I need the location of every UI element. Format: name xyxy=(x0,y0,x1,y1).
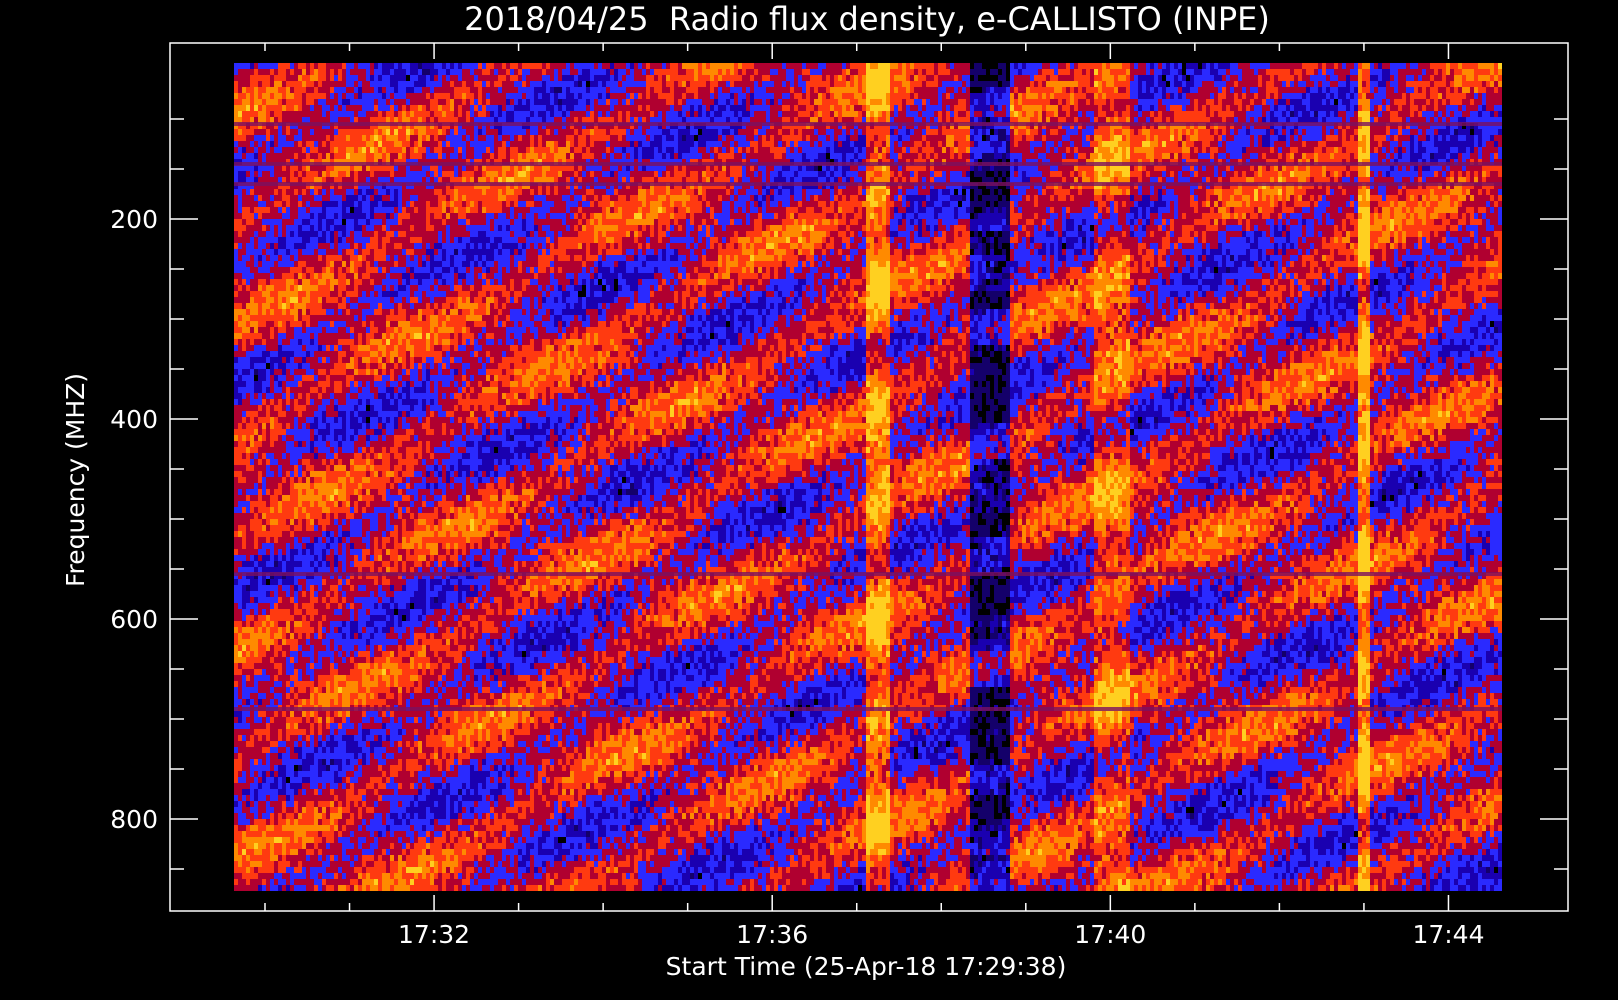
y-tick-label: 800 xyxy=(110,805,158,834)
x-tick-label: 17:32 xyxy=(398,920,470,949)
interference-line xyxy=(234,707,1502,711)
x-tick-label: 17:36 xyxy=(736,920,808,949)
interference-line xyxy=(234,572,1502,576)
x-axis-label: Start Time (25-Apr-18 17:29:38) xyxy=(666,952,1067,981)
chart-title: 2018/04/25 Radio flux density, e-CALLIST… xyxy=(464,0,1270,38)
spectrogram-figure: 2018/04/25 Radio flux density, e-CALLIST… xyxy=(0,0,1618,1000)
y-axis-label: Frequency (MHZ) xyxy=(61,373,90,587)
spectrogram-image xyxy=(234,63,1502,891)
interference-line xyxy=(234,122,1502,126)
y-tick-label: 200 xyxy=(110,205,158,234)
x-tick-label: 17:40 xyxy=(1074,920,1146,949)
x-tick-label: 17:44 xyxy=(1412,920,1484,949)
y-tick-label: 600 xyxy=(110,605,158,634)
interference-line xyxy=(234,162,1502,166)
interference-line xyxy=(234,182,1502,186)
y-tick-label: 400 xyxy=(110,405,158,434)
